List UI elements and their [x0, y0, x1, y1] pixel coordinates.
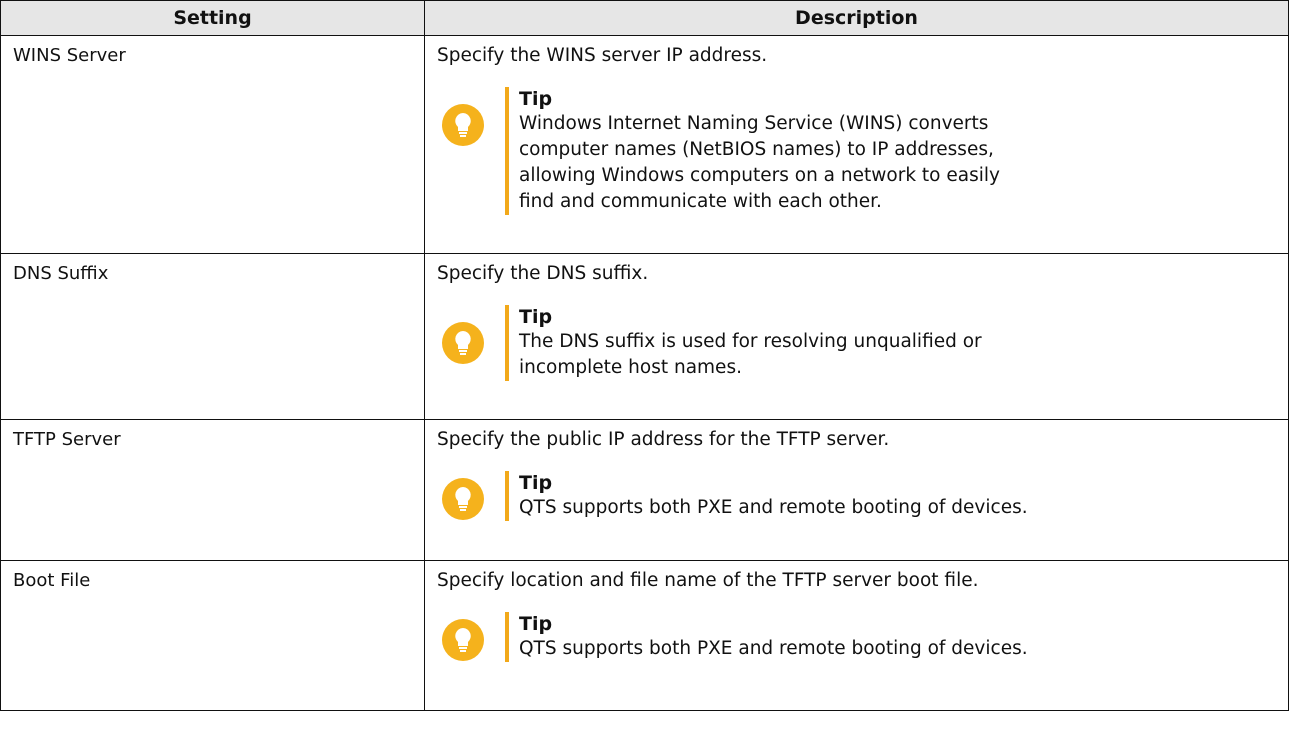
tip-box: Tip The DNS suffix is used for resolving…: [441, 305, 1278, 381]
tip-line: incomplete host names.: [519, 357, 742, 378]
header-setting: Setting: [0, 0, 425, 36]
description-cell: Specify the DNS suffix. Tip The DNS suff…: [424, 253, 1289, 420]
description-cell: Specify location and file name of the TF…: [424, 560, 1289, 711]
description-text: Specify the DNS suffix.: [437, 263, 649, 284]
description-text: Specify the WINS server IP address.: [437, 45, 768, 66]
tip-title: Tip: [519, 613, 553, 635]
table-row: TFTP Server Specify the public IP addres…: [0, 419, 1289, 561]
table-row: DNS Suffix Specify the DNS suffix. Tip T…: [0, 253, 1289, 420]
table-row: Boot File Specify location and file name…: [0, 560, 1289, 711]
lightbulb-icon: [442, 322, 484, 364]
setting-name: WINS Server: [0, 35, 425, 254]
description-cell: Specify the WINS server IP address. Tip …: [424, 35, 1289, 254]
tip-content: Tip QTS supports both PXE and remote boo…: [505, 471, 1028, 521]
tip-line: find and communicate with each other.: [519, 191, 882, 212]
tip-content: Tip The DNS suffix is used for resolving…: [505, 305, 982, 381]
tip-icon-container: [441, 612, 493, 662]
tip-icon-container: [441, 305, 493, 365]
lightbulb-icon: [442, 104, 484, 146]
tip-content: Tip Windows Internet Naming Service (WIN…: [505, 87, 1000, 215]
description-text: Specify the public IP address for the TF…: [437, 429, 890, 450]
tip-title: Tip: [519, 472, 553, 494]
tip-line: allowing Windows computers on a network …: [519, 165, 1000, 186]
setting-name: DNS Suffix: [0, 253, 425, 420]
table-header-row: Setting Description: [0, 0, 1289, 36]
tip-line: The DNS suffix is used for resolving unq…: [519, 331, 982, 352]
tip-title: Tip: [519, 88, 553, 110]
tip-line: QTS supports both PXE and remote booting…: [519, 638, 1028, 659]
tip-icon-container: [441, 471, 493, 521]
settings-table: Setting Description WINS Server Specify …: [0, 0, 1289, 711]
description-cell: Specify the public IP address for the TF…: [424, 419, 1289, 561]
tip-line: computer names (NetBIOS names) to IP add…: [519, 139, 994, 160]
lightbulb-icon: [442, 478, 484, 520]
tip-icon-container: [441, 87, 493, 147]
lightbulb-icon: [442, 619, 484, 661]
setting-name: Boot File: [0, 560, 425, 711]
header-description: Description: [424, 0, 1289, 36]
setting-name: TFTP Server: [0, 419, 425, 561]
tip-line: QTS supports both PXE and remote booting…: [519, 497, 1028, 518]
tip-box: Tip QTS supports both PXE and remote boo…: [441, 471, 1278, 521]
tip-title: Tip: [519, 306, 553, 328]
tip-content: Tip QTS supports both PXE and remote boo…: [505, 612, 1028, 662]
tip-box: Tip QTS supports both PXE and remote boo…: [441, 612, 1278, 662]
description-text: Specify location and file name of the TF…: [437, 570, 979, 591]
tip-box: Tip Windows Internet Naming Service (WIN…: [441, 87, 1278, 215]
tip-line: Windows Internet Naming Service (WINS) c…: [519, 113, 989, 134]
table-row: WINS Server Specify the WINS server IP a…: [0, 35, 1289, 254]
